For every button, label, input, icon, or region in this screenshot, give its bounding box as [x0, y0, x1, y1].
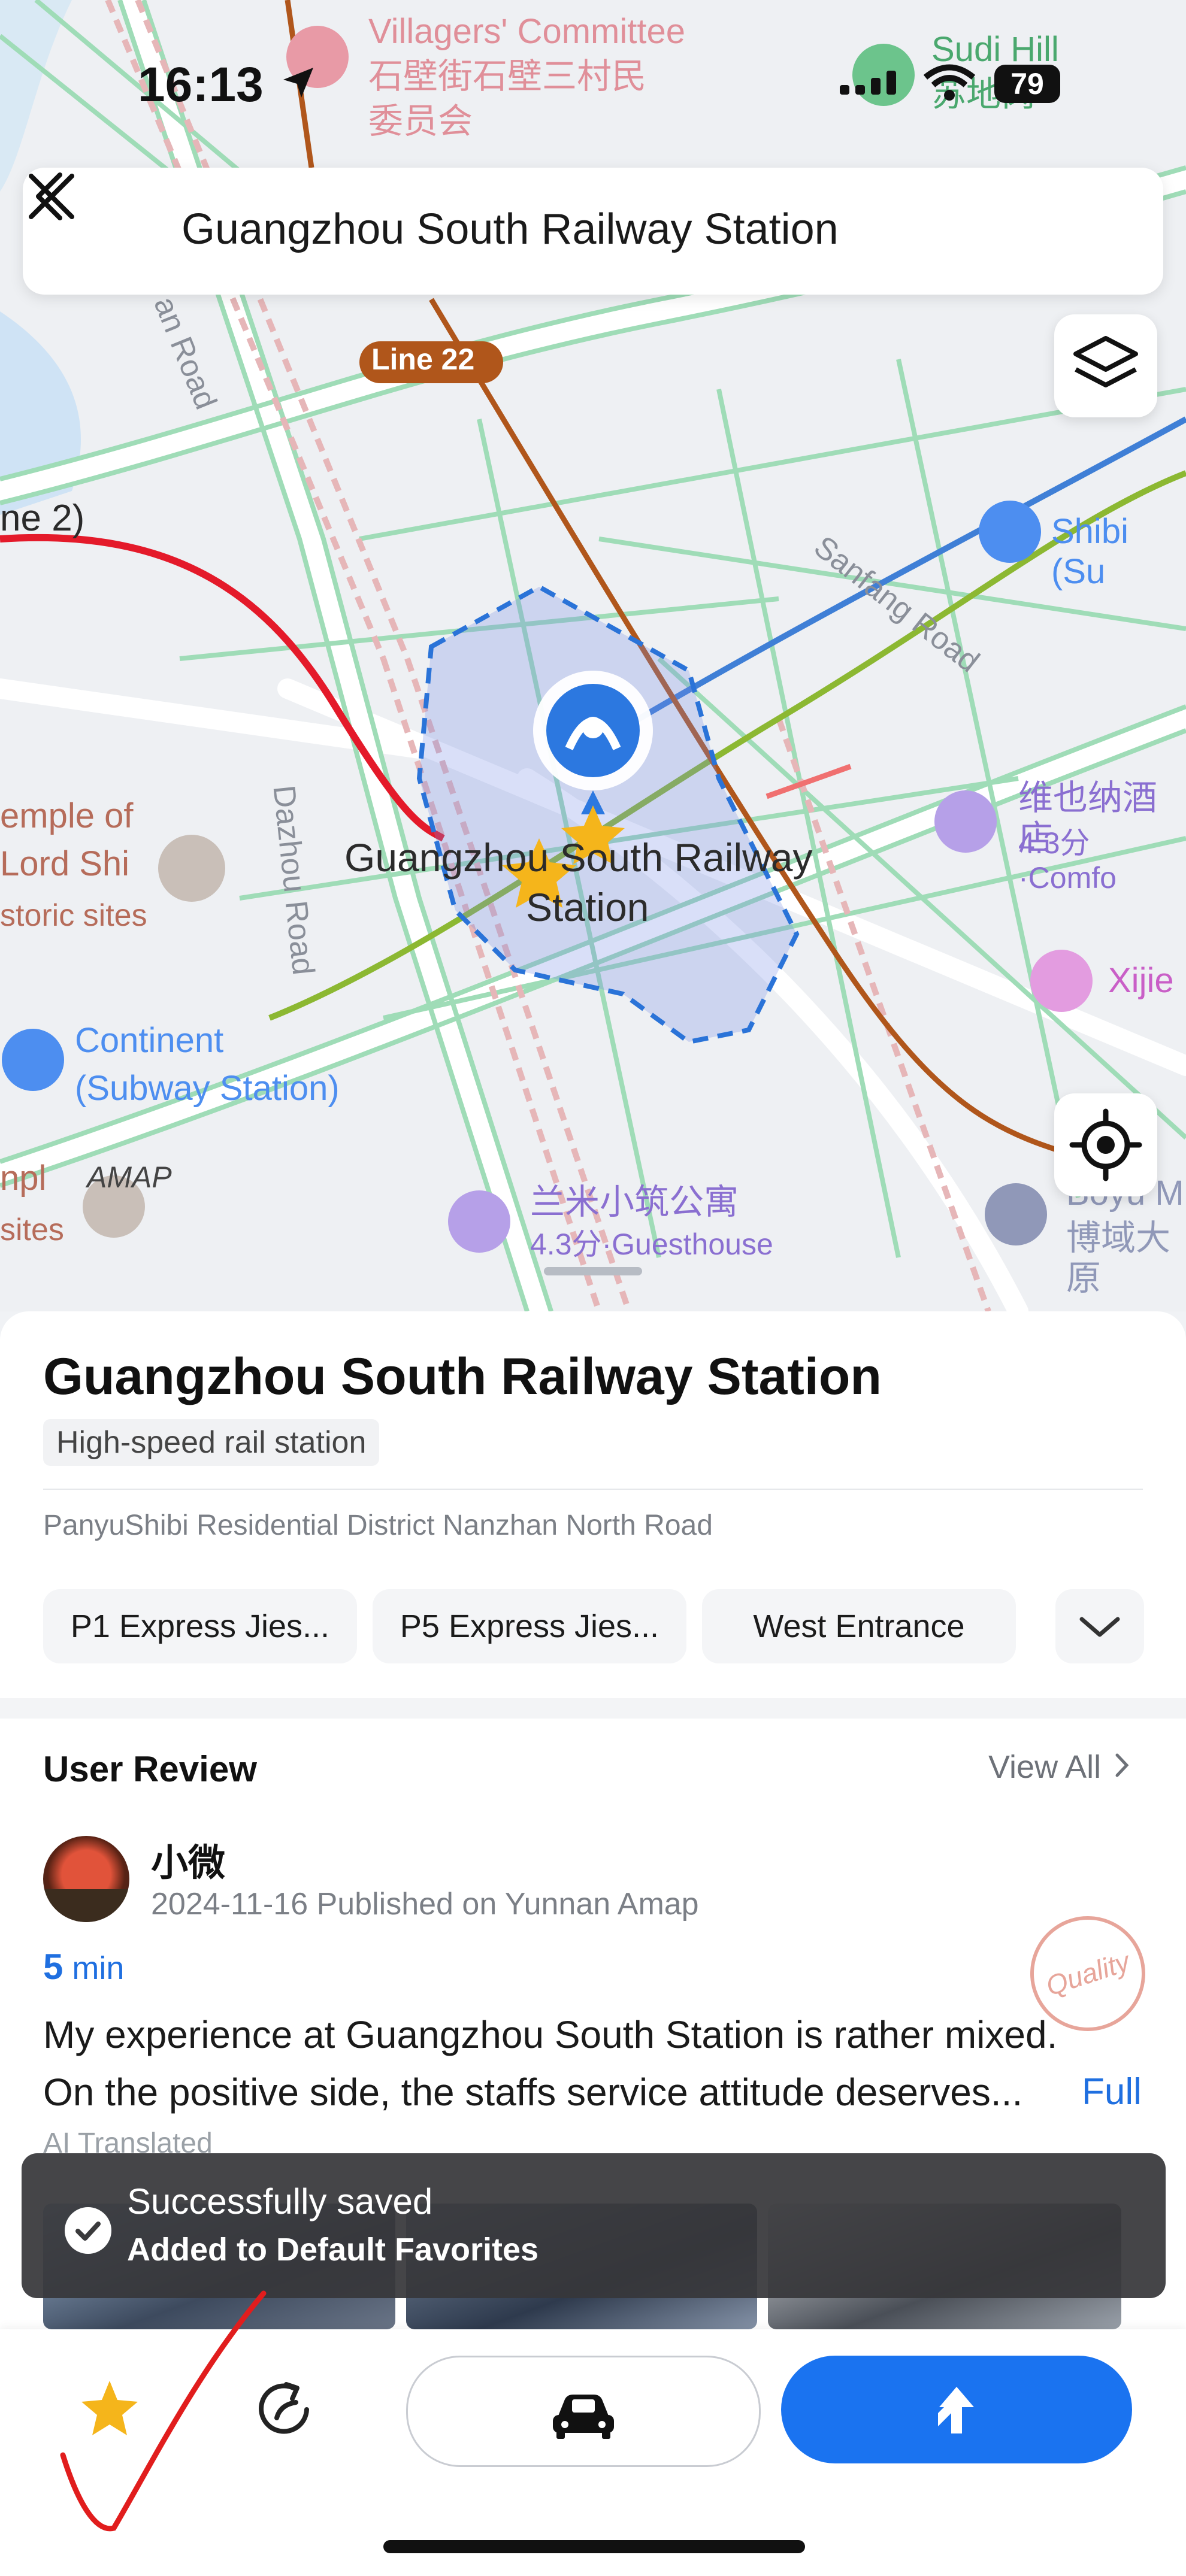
map-label-shibi: Shibi (Su [1051, 512, 1128, 591]
location-arrow-icon [283, 68, 313, 98]
map-label-temple-2: Lord Shi [0, 844, 130, 883]
layers-button[interactable] [1054, 314, 1157, 417]
map-label-line2: ne 2) [0, 498, 85, 539]
car-icon [553, 2395, 614, 2439]
view-all-label: View All [988, 1749, 1102, 1785]
map-label-station-line2: Station [526, 885, 649, 929]
duration-unit: min [63, 1950, 125, 1986]
layers-icon [1073, 336, 1138, 387]
map-view[interactable]: Villagers' Committee 石壁街石壁三村民 委员会 Sudi H… [0, 0, 1186, 1311]
bottom-action-bar [0, 2329, 1186, 2576]
place-title: Guangzhou South Railway Station [43, 1348, 882, 1405]
map-label-continent-2: (Subway Station) [75, 1069, 340, 1108]
search-query[interactable]: Guangzhou South Railway Station [181, 205, 839, 254]
entrance-chip-p5[interactable]: P5 Express Jies... [373, 1589, 686, 1663]
map-label-temple-3: storic sites [0, 898, 147, 933]
navigate-button[interactable] [781, 2356, 1132, 2463]
map-label-sites: sites [0, 1213, 64, 1247]
map-label-line22: Line 22 [371, 343, 475, 376]
map-label-lanmi-rating: 4.3分·Guesthouse [530, 1228, 773, 1261]
battery-indicator: 79 [994, 65, 1060, 103]
signal-icon [840, 71, 896, 95]
crosshair-icon [1069, 1108, 1142, 1181]
entrance-chip-west[interactable]: West Entrance [702, 1589, 1016, 1663]
review-body-line2: On the positive side, the staffs service… [43, 2071, 1023, 2114]
map-label-lanmi: 兰米小筑公寓 [530, 1183, 739, 1222]
map-label-hotel-rating: 4.3分·Comfo [1018, 826, 1117, 895]
status-bar: 16:13 79 [0, 0, 1186, 168]
home-indicator [383, 2540, 805, 2553]
drive-button[interactable] [406, 2356, 761, 2467]
map-label-npl: npl [0, 1159, 47, 1198]
map-label-xijie: Xijie [1108, 961, 1174, 1000]
review-meta: 2024-11-16 Published on Yunnan Amap [151, 1887, 699, 1922]
my-location-button[interactable] [1054, 1093, 1157, 1196]
share-icon[interactable] [252, 2376, 317, 2442]
chevron-down-icon [1079, 1617, 1120, 1637]
duration-value: 5 [43, 1947, 63, 1987]
saved-toast: Successfully saved Added to Default Favo… [22, 2153, 1166, 2298]
map-label-boyu-cn: 博域大原 [1066, 1219, 1171, 1298]
map-label-continent-1: Continent [75, 1021, 224, 1060]
search-bar[interactable]: Guangzhou South Railway Station [23, 168, 1163, 295]
expand-entrances-button[interactable] [1055, 1589, 1144, 1663]
map-label-station-line1: Guangzhou South Railway [344, 835, 813, 880]
category-tag: High-speed rail station [43, 1419, 380, 1466]
map-label-temple-1: emple of [0, 796, 134, 835]
check-circle-icon [65, 2207, 111, 2254]
section-separator [0, 1698, 1186, 1719]
review-section-title: User Review [43, 1749, 257, 1789]
navigate-arrow-icon [938, 2387, 974, 2433]
place-address: PanyuShibi Residential District Nanzhan … [43, 1510, 713, 1541]
close-icon[interactable] [23, 168, 80, 225]
divider [43, 1489, 1143, 1490]
chevron-right-icon [1115, 1753, 1129, 1777]
read-full-link[interactable]: Full [1082, 2063, 1142, 2121]
amap-logo: AMAP [87, 1160, 172, 1194]
star-icon[interactable] [77, 2376, 143, 2442]
entrance-chip-p1[interactable]: P1 Express Jies... [43, 1589, 357, 1663]
toast-subtitle: Added to Default Favorites [127, 2232, 539, 2268]
toast-title: Successfully saved [127, 2181, 433, 2222]
sheet-drag-handle[interactable] [544, 1267, 642, 1275]
review-duration: 5 min [43, 1946, 124, 1987]
wifi-icon [923, 64, 976, 101]
reviewer-name[interactable]: 小微 [151, 1832, 225, 1886]
view-all-reviews-link[interactable]: View All [988, 1748, 1134, 1786]
status-time: 16:13 [138, 57, 264, 112]
review-body-line1: My experience at Guangzhou South Station… [43, 2013, 1058, 2056]
avatar[interactable] [43, 1836, 129, 1922]
